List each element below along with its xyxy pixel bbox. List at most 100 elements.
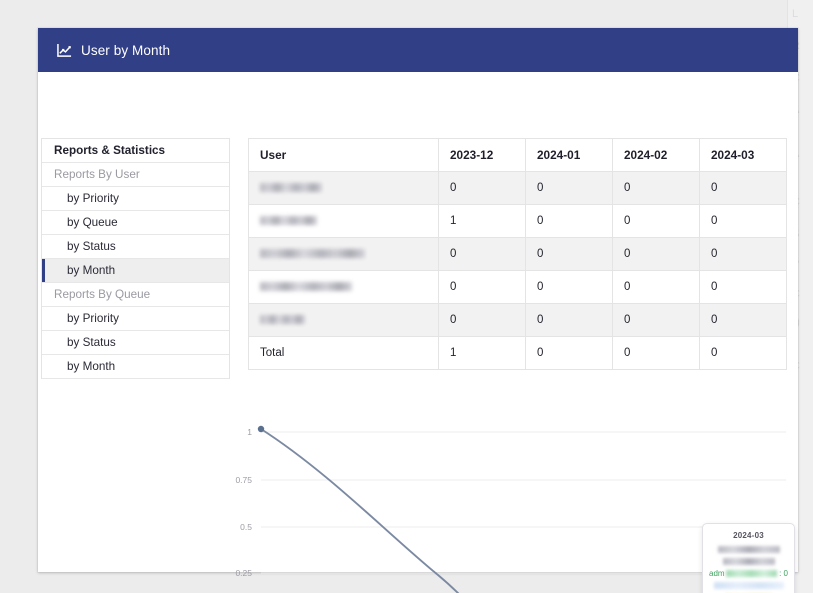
ytick-025: 0.25 (235, 568, 252, 578)
cell-2024-03: 0 (699, 204, 787, 238)
cell-2024-03: 0 (699, 237, 787, 271)
table-header-row: User 2023-12 2024-01 2024-02 2024-03 (248, 138, 787, 172)
cell-2024-03: 0 (699, 171, 787, 205)
cell-2024-03: 0 (699, 270, 787, 304)
sidebar-item-user-by-month[interactable]: by Month (42, 259, 229, 283)
cell-2024-01: 0 (525, 237, 613, 271)
tooltip-highlighted-entry: adm : 0 (709, 569, 788, 578)
tooltip-title: 2024-03 (733, 531, 764, 540)
report-card: User by Month Reports & Statistics Repor… (38, 28, 798, 593)
tooltip-row (709, 581, 788, 589)
card-header: User by Month (38, 28, 798, 72)
chart-tooltip: 2024-03 adm : 0 (702, 523, 795, 593)
table-row[interactable]: 0 0 0 0 (248, 303, 787, 337)
tooltip-entry-prefix: adm (709, 568, 725, 578)
redacted-username (260, 183, 322, 193)
table-row[interactable]: 0 0 0 0 (248, 171, 787, 205)
sidebar-item-label: by Month (67, 264, 116, 277)
datapoint-declining-2023-12 (257, 425, 265, 433)
sidebar-item-label: by Month (67, 360, 116, 373)
sidebar-item-user-by-priority[interactable]: by Priority (42, 187, 229, 211)
screen-root: L R C A A C S P C U C User by Month (0, 0, 813, 593)
cell-total-2024-01: 0 (525, 336, 613, 370)
sidebar-item-queue-by-month[interactable]: by Month (42, 355, 229, 379)
cell-2024-02: 0 (612, 204, 700, 238)
tooltip-row (709, 557, 788, 565)
reports-sidebar: Reports & Statistics Reports By User by … (41, 138, 230, 379)
sidebar-item-user-by-queue[interactable]: by Queue (42, 211, 229, 235)
sidebar-item-label: Reports & Statistics (54, 144, 166, 157)
table-body: 0 0 0 0 1 0 0 0 0 0 0 0 0 0 0 0 0 0 0 0 … (248, 171, 787, 370)
tooltip-redacted-value (725, 569, 778, 577)
sidebar-item-reports-statistics[interactable]: Reports & Statistics (42, 139, 229, 163)
redacted-username (260, 315, 305, 325)
sidebar-item-queue-by-priority[interactable]: by Priority (42, 307, 229, 331)
chart-svg: 1 0.75 0.5 0.25 0 0 (235, 425, 786, 593)
sidebar-item-label: by Status (67, 240, 116, 253)
cell-total-label: Total (248, 336, 439, 370)
ytick-05: 0.5 (240, 522, 252, 532)
column-header-2023-12[interactable]: 2023-12 (438, 138, 526, 172)
tooltip-redacted-value (722, 557, 775, 565)
cell-2024-02: 0 (612, 171, 700, 205)
tooltip-row-highlighted: adm : 0 (709, 569, 788, 578)
column-header-2024-02[interactable]: 2024-02 (612, 138, 700, 172)
redacted-username (260, 249, 365, 259)
tooltip-entry-value: : 0 (779, 568, 788, 578)
sidebar-group-label: Reports By User (54, 168, 140, 181)
cell-total-2023-12: 1 (438, 336, 526, 370)
cell-user (248, 204, 439, 238)
cell-2024-03: 0 (699, 303, 787, 337)
cell-2023-12: 0 (438, 303, 526, 337)
cell-2024-02: 0 (612, 303, 700, 337)
line-chart-icon (56, 42, 72, 58)
cell-2023-12: 0 (438, 171, 526, 205)
cell-total-2024-02: 0 (612, 336, 700, 370)
cell-user (248, 303, 439, 337)
sidebar-item-label: by Queue (67, 216, 118, 229)
cell-total-2024-03: 0 (699, 336, 787, 370)
user-by-month-table-wrapper: User 2023-12 2024-01 2024-02 2024-03 0 0 (248, 138, 787, 370)
sidebar-group-reports-by-queue: Reports By Queue (42, 283, 229, 307)
column-header-2024-01[interactable]: 2024-01 (525, 138, 613, 172)
user-by-month-table: User 2023-12 2024-01 2024-02 2024-03 0 0 (248, 138, 787, 370)
cell-user (248, 237, 439, 271)
cell-2024-01: 0 (525, 303, 613, 337)
table-row-total: Total 1 0 0 0 (248, 336, 787, 370)
tooltip-redacted-value (713, 581, 784, 589)
tooltip-redacted-value (717, 545, 780, 553)
table-row[interactable]: 1 0 0 0 (248, 204, 787, 238)
tooltip-row (709, 545, 788, 553)
sidebar-item-user-by-status[interactable]: by Status (42, 235, 229, 259)
sidebar-group-reports-by-user: Reports By User (42, 163, 229, 187)
cell-2024-02: 0 (612, 237, 700, 271)
redacted-username (260, 216, 317, 226)
cell-2024-01: 0 (525, 171, 613, 205)
card-body: Reports & Statistics Reports By User by … (38, 72, 798, 593)
cell-2023-12: 0 (438, 237, 526, 271)
cell-2023-12: 0 (438, 270, 526, 304)
sidebar-item-label: by Priority (67, 312, 119, 325)
ghost-text-line: L (792, 8, 799, 20)
sidebar-item-label: by Status (67, 336, 116, 349)
ytick-1: 1 (247, 427, 252, 437)
cell-2024-02: 0 (612, 270, 700, 304)
column-header-2024-03[interactable]: 2024-03 (699, 138, 787, 172)
page-title: User by Month (81, 42, 171, 58)
cell-user (248, 270, 439, 304)
cell-2024-01: 0 (525, 270, 613, 304)
cell-user (248, 171, 439, 205)
cell-2024-01: 0 (525, 204, 613, 238)
redacted-username (260, 282, 352, 292)
table-row[interactable]: 0 0 0 0 (248, 237, 787, 271)
series-declining-user-line (260, 428, 460, 593)
sidebar-item-queue-by-status[interactable]: by Status (42, 331, 229, 355)
sidebar-group-label: Reports By Queue (54, 288, 151, 301)
cell-2023-12: 1 (438, 204, 526, 238)
table-row[interactable]: 0 0 0 0 (248, 270, 787, 304)
column-header-user[interactable]: User (248, 138, 439, 172)
user-by-month-chart[interactable]: 1 0.75 0.5 0.25 0 0 (38, 384, 798, 593)
ytick-075: 0.75 (235, 475, 252, 485)
sidebar-item-label: by Priority (67, 192, 119, 205)
table-header: User 2023-12 2024-01 2024-02 2024-03 (248, 138, 787, 172)
